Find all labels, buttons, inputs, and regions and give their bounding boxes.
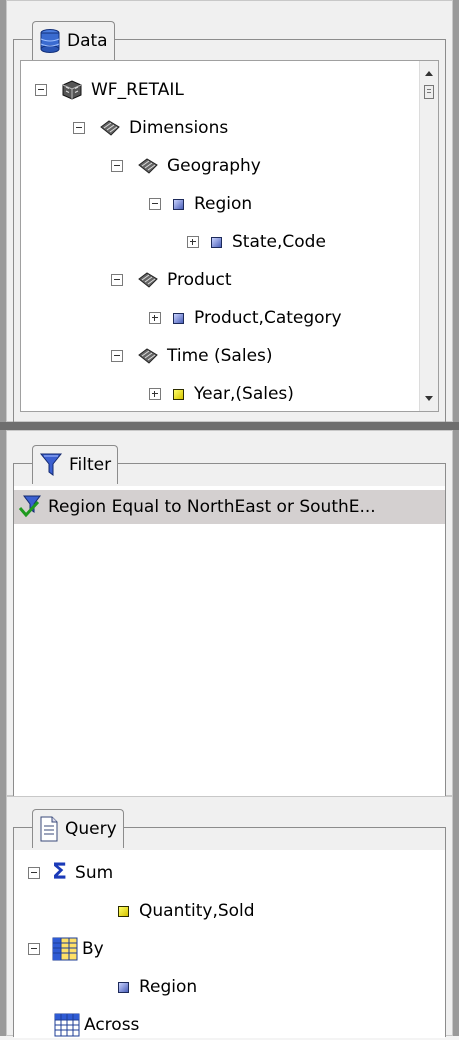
tree-node-state-code[interactable]: State,Code (187, 227, 326, 257)
filter-item-label: Region Equal to NorthEast or SouthE... (48, 497, 376, 517)
query-node-label: Quantity,Sold (139, 901, 255, 921)
query-node-label: Region (139, 977, 198, 997)
dimension-field-icon (211, 236, 222, 248)
collapse-icon[interactable] (149, 198, 161, 210)
query-node-by[interactable]: By (28, 934, 104, 964)
query-group-frame: Query Σ Sum Quantity,Sold By Region Acro… (13, 809, 446, 1038)
query-node-label: Sum (75, 863, 114, 883)
filter-panel: Filter Region Equal to NorthEast or Sout… (6, 430, 453, 798)
collapse-icon[interactable] (111, 350, 123, 362)
query-panel-legend: Query (32, 809, 124, 848)
collapse-icon[interactable] (35, 84, 47, 96)
dimension-field-icon (173, 312, 184, 324)
data-panel: Data WF_RETAIL Dimensions Geography Regi… (6, 0, 453, 423)
data-panel-legend: Data (32, 21, 115, 60)
filter-item[interactable]: Region Equal to NorthEast or SouthE... (14, 490, 445, 524)
measure-field-icon (173, 388, 184, 400)
tree-node-label: Time (Sales) (167, 346, 273, 366)
query-node-label: By (82, 939, 104, 959)
data-tree-scrollbar[interactable] (419, 61, 438, 411)
scroll-down-arrow-icon[interactable] (425, 396, 433, 401)
data-group-frame: Data WF_RETAIL Dimensions Geography Regi… (13, 21, 446, 423)
filter-panel-legend: Filter (32, 445, 119, 484)
by-grid-icon (52, 937, 78, 961)
tree-node-label: Dimensions (129, 118, 229, 138)
tree-node-label: WF_RETAIL (91, 80, 184, 100)
cube-icon (62, 80, 82, 100)
tree-node-product[interactable]: Product (111, 265, 232, 295)
query-node-sum[interactable]: Σ Sum (28, 858, 113, 888)
dimension-field-icon (118, 981, 129, 993)
measure-field-icon (118, 905, 129, 917)
tree-node-label: Geography (167, 156, 261, 176)
filter-panel-title: Filter (69, 455, 112, 475)
data-tree[interactable]: WF_RETAIL Dimensions Geography Region St… (20, 60, 439, 412)
collapse-icon[interactable] (111, 160, 123, 172)
expand-icon[interactable] (149, 388, 161, 400)
dimension-icon (138, 158, 158, 174)
tree-node-year-sales[interactable]: Year,(Sales) (149, 379, 294, 409)
tree-node-time-sales[interactable]: Time (Sales) (111, 341, 273, 371)
query-node-quantity-sold[interactable]: Quantity,Sold (118, 896, 255, 926)
scroll-thumb[interactable] (424, 85, 434, 99)
query-node-region[interactable]: Region (118, 972, 197, 1002)
tree-node-region[interactable]: Region (149, 189, 252, 219)
tree-node-label: Product,Category (194, 308, 342, 328)
query-tree[interactable]: Σ Sum Quantity,Sold By Region Across (14, 850, 445, 1038)
data-filter-splitter[interactable] (0, 422, 459, 430)
filter-list[interactable]: Region Equal to NorthEast or SouthE... (14, 486, 445, 798)
tree-node-dimensions[interactable]: Dimensions (73, 113, 228, 143)
collapse-icon[interactable] (28, 943, 40, 955)
tree-node-label: State,Code (232, 232, 326, 252)
database-icon (40, 29, 60, 53)
filter-funnel-icon (39, 453, 63, 476)
tree-node-label: Product (167, 270, 232, 290)
tree-node-wf-retail[interactable]: WF_RETAIL (35, 75, 184, 105)
dimension-icon (138, 348, 158, 364)
query-node-label: Across (84, 1015, 140, 1035)
query-panel: Query Σ Sum Quantity,Sold By Region Acro… (6, 796, 453, 1038)
scroll-up-arrow-icon[interactable] (425, 71, 433, 76)
active-filter-check-icon (18, 495, 41, 518)
data-panel-title: Data (67, 31, 108, 51)
tree-node-label: Region (194, 194, 253, 214)
collapse-icon[interactable] (28, 867, 40, 879)
dimension-field-icon (173, 198, 184, 210)
collapse-icon[interactable] (73, 122, 85, 134)
dimension-icon (138, 272, 158, 288)
tree-node-geography[interactable]: Geography (111, 151, 261, 181)
right-frame-border (453, 0, 459, 1036)
filter-group-frame: Filter Region Equal to NorthEast or Sout… (13, 445, 446, 798)
tree-node-product-category[interactable]: Product,Category (149, 303, 342, 333)
document-icon (40, 816, 58, 842)
dimension-icon (100, 120, 120, 136)
expand-icon[interactable] (149, 312, 161, 324)
collapse-icon[interactable] (111, 274, 123, 286)
across-grid-icon (54, 1013, 80, 1037)
sum-sigma-icon: Σ (52, 860, 68, 885)
tree-node-label: Year,(Sales) (194, 384, 294, 404)
query-panel-title: Query (65, 819, 117, 839)
expand-icon[interactable] (187, 236, 199, 248)
